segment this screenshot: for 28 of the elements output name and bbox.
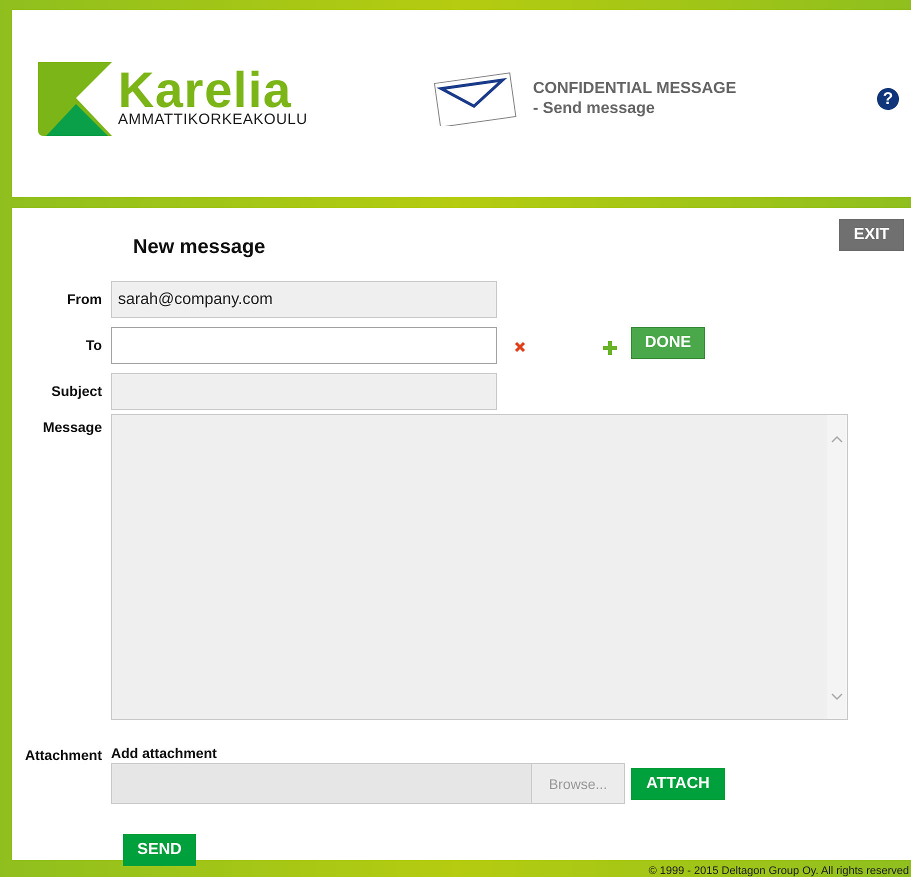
subject-field[interactable] [111,373,497,410]
scroll-down-icon[interactable] [831,693,843,701]
file-field[interactable]: Browse... [111,763,625,804]
form-heading: New message [133,236,266,259]
page-title: CONFIDENTIAL MESSAGE [533,78,738,98]
plus-icon[interactable] [603,341,617,355]
logo-tagline: AMMATTIKORKEAKOULU [118,111,308,128]
from-field[interactable]: sarah@company.com [111,281,497,318]
browse-button[interactable]: Browse... [531,764,624,803]
page-subtitle: - Send message [533,98,656,118]
field-label: Attachment [24,746,102,763]
help-icon[interactable]: ? [877,88,899,110]
exit-button[interactable]: EXIT [839,219,904,251]
scroll-up-icon[interactable] [831,435,843,443]
close-icon[interactable] [514,341,526,353]
copyright-text: © 1999 - 2015 Deltagon Group Oy. All rights reserved [648,865,909,877]
field-label: From [66,290,102,307]
message-field[interactable] [111,414,848,720]
field-label: Subject [50,382,102,399]
field-label: Message [42,419,102,435]
send-button[interactable]: SEND [123,834,196,866]
field-label: To [84,336,102,353]
attachment-caption: Add attachment [111,744,218,761]
attach-button[interactable]: ATTACH [631,768,725,800]
logo-icon [38,62,112,136]
done-button[interactable]: DONE [631,327,705,359]
logo-name: Karelia [118,69,292,111]
to-field[interactable] [111,327,497,364]
